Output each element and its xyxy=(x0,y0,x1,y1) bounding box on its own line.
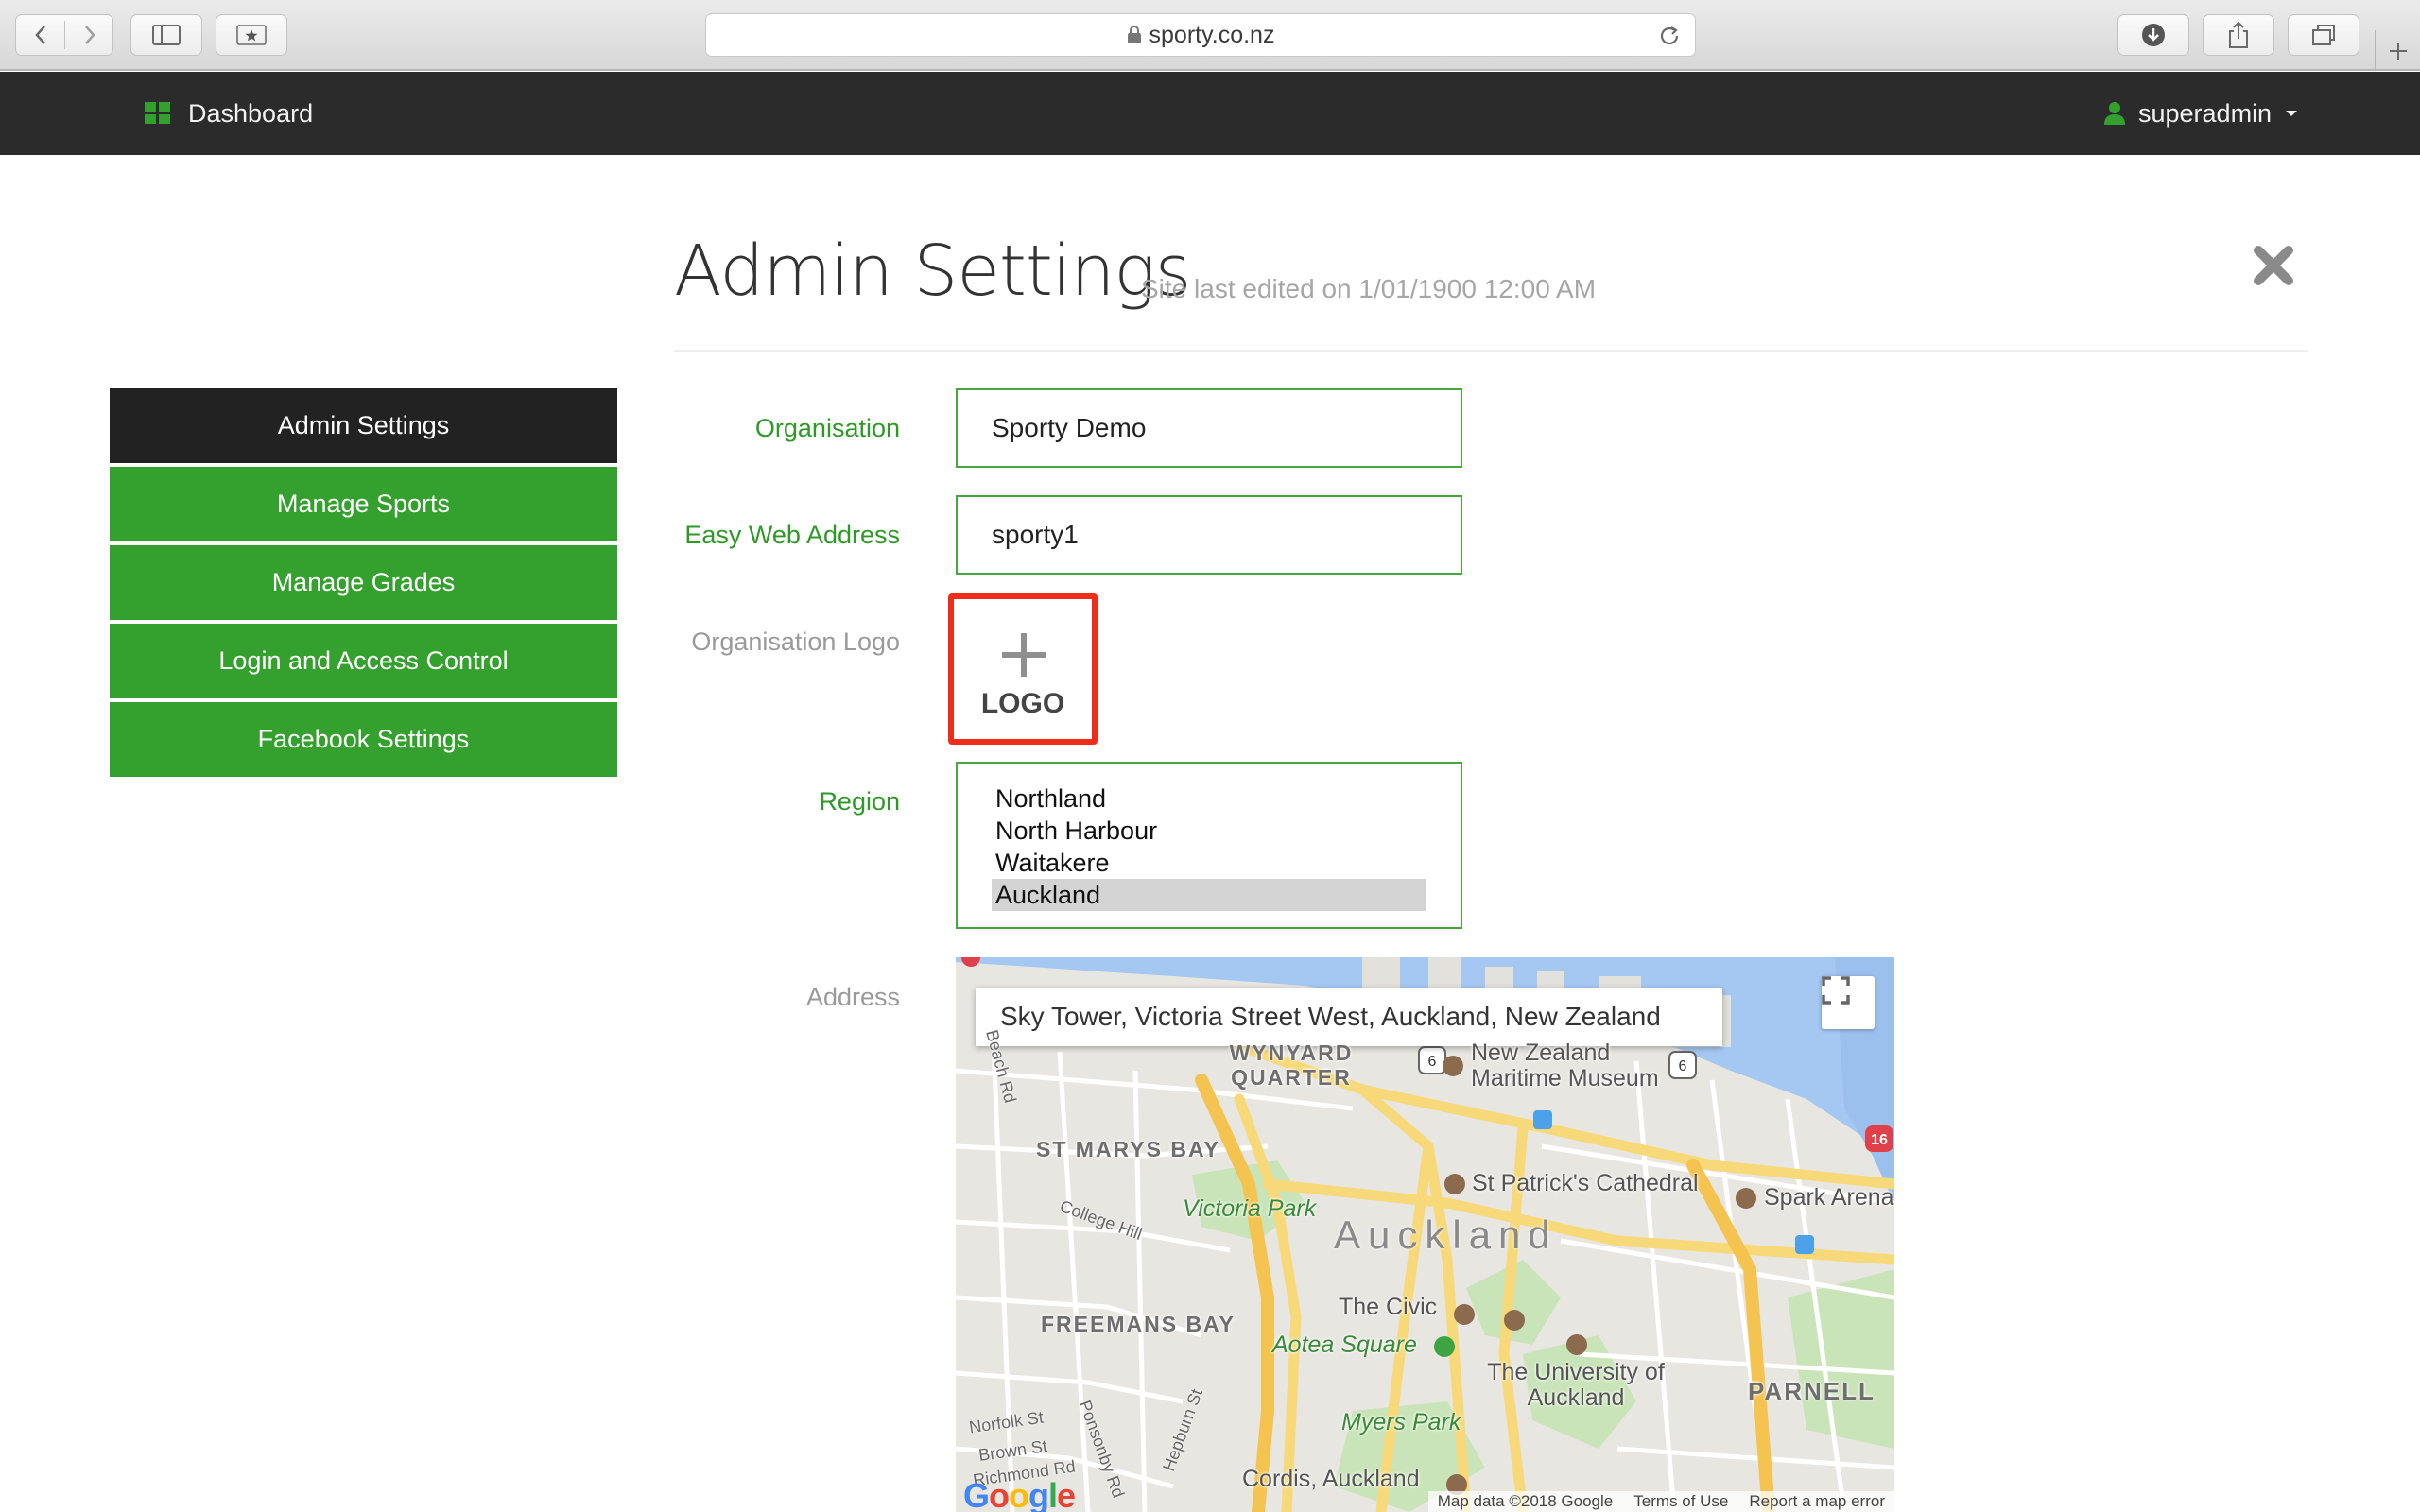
user-menu[interactable]: superadmin xyxy=(2104,72,2298,155)
map-label-st-patricks: St Patrick's Cathedral xyxy=(1472,1170,1699,1196)
share-icon xyxy=(2229,21,2248,48)
map-data-credit: Map data ©2018 Google xyxy=(1437,1492,1614,1510)
map-label-victoria-park: Victoria Park xyxy=(1183,1195,1317,1222)
download-icon xyxy=(2142,24,2165,46)
route-6-shield-a: 6 xyxy=(1418,1046,1446,1074)
address-map[interactable]: 6 6 16 Sky Tower, Victoria Street West, … xyxy=(956,957,1894,1512)
header-divider xyxy=(674,350,2308,352)
sidebar-icon xyxy=(152,25,181,45)
sidebar-item-admin-settings[interactable]: Admin Settings xyxy=(110,388,617,463)
lock-icon xyxy=(1127,26,1141,43)
url-text: sporty.co.nz xyxy=(1149,21,1275,48)
sidebar-item-manage-sports[interactable]: Manage Sports xyxy=(110,467,617,541)
close-icon[interactable] xyxy=(2252,244,2295,287)
map-report-link[interactable]: Report a map error xyxy=(1749,1492,1885,1511)
reload-icon[interactable] xyxy=(1657,24,1682,48)
sidebar-item-manage-grades[interactable]: Manage Grades xyxy=(110,545,617,620)
map-search-box[interactable]: Sky Tower, Victoria Street West, Aucklan… xyxy=(976,988,1722,1046)
tabs-overview-button[interactable] xyxy=(2288,14,2360,56)
top-navbar: Dashboard superadmin xyxy=(0,72,2420,155)
map-label-spark: Spark Arena xyxy=(1764,1184,1894,1211)
bookmark-star-icon xyxy=(236,25,267,45)
organisation-label: Organisation xyxy=(754,414,900,442)
back-button[interactable] xyxy=(16,15,65,55)
sidebar-toggle-button[interactable] xyxy=(130,14,202,56)
forward-button[interactable] xyxy=(65,15,114,55)
web-address-input[interactable]: sporty1 xyxy=(956,495,1462,575)
map-label-cordis: Cordis, Auckland xyxy=(1242,1466,1420,1492)
dashboard-link[interactable]: Dashboard xyxy=(145,72,313,155)
chevron-left-icon xyxy=(35,26,45,44)
chevron-right-icon xyxy=(85,26,95,44)
new-tab-button[interactable] xyxy=(2375,30,2420,71)
region-option-north-harbour[interactable]: North Harbour xyxy=(992,815,1426,847)
plus-icon xyxy=(2389,42,2407,60)
settings-sidebar: Admin Settings Manage Sports Manage Grad… xyxy=(110,388,617,781)
map-label-city: Auckland xyxy=(1334,1212,1558,1257)
map-terms-link[interactable]: Terms of Use xyxy=(1634,1492,1728,1511)
map-attribution: Map data ©2018 Google Terms of Use Repor… xyxy=(1427,1491,1894,1512)
logo-label: Organisation Logo xyxy=(691,627,900,656)
nav-buttons xyxy=(15,14,113,56)
browser-toolbar: sporty.co.nz xyxy=(0,0,2420,71)
caret-down-icon xyxy=(2286,111,2298,116)
organisation-input[interactable]: Sporty Demo xyxy=(956,388,1462,468)
address-label: Address xyxy=(805,983,900,1011)
region-option-auckland[interactable]: Auckland xyxy=(992,879,1426,911)
share-button[interactable] xyxy=(2203,14,2274,56)
address-bar[interactable]: sporty.co.nz xyxy=(705,13,1696,57)
user-icon xyxy=(2104,102,2125,125)
sidebar-item-facebook-settings[interactable]: Facebook Settings xyxy=(110,702,617,777)
map-label-aotea: Aotea Square xyxy=(1272,1332,1417,1358)
map-label-myers-park: Myers Park xyxy=(1341,1409,1461,1435)
web-address-label: Easy Web Address xyxy=(684,521,900,549)
page-title: Admin Settings xyxy=(674,231,1191,312)
map-label-civic: The Civic xyxy=(1339,1294,1438,1320)
map-label-parnell: PARNELL xyxy=(1748,1377,1876,1405)
plus-icon xyxy=(1002,633,1046,677)
google-logo: Google xyxy=(963,1476,1076,1512)
logo-upload-button[interactable]: LOGO xyxy=(948,593,1098,745)
sidebar-item-login-access-control[interactable]: Login and Access Control xyxy=(110,624,617,698)
username-label: superadmin xyxy=(2138,98,2273,128)
route-16-label: 16 xyxy=(1871,1132,1888,1148)
downloads-button[interactable] xyxy=(2118,14,2189,56)
region-select[interactable]: Northland North Harbour Waitakere Auckla… xyxy=(956,762,1462,929)
map-label-freemans: FREEMANS BAY xyxy=(1041,1312,1236,1336)
map-fullscreen-button[interactable] xyxy=(1822,976,1875,1029)
region-option-waitakere[interactable]: Waitakere xyxy=(992,847,1426,879)
route-16-shield: 16 xyxy=(1865,1125,1893,1152)
map-label-maritime: New Zealand Maritime Museum xyxy=(1471,1040,1659,1091)
region-option-northland[interactable]: Northland xyxy=(992,782,1426,815)
route-6-label-a: 6 xyxy=(1428,1054,1437,1070)
fullscreen-icon xyxy=(1822,976,1850,1005)
logo-button-text: LOGO xyxy=(980,688,1065,719)
dashboard-grid-icon xyxy=(145,102,170,124)
map-label-st-marys: ST MARYS BAY xyxy=(1036,1137,1220,1161)
map-label-university: The University of Auckland xyxy=(1487,1359,1665,1411)
bookmarks-button[interactable] xyxy=(216,14,287,56)
dashboard-label: Dashboard xyxy=(188,98,314,128)
region-label: Region xyxy=(819,787,900,816)
last-edited-text: Site last edited on 1/01/1900 12:00 AM xyxy=(1141,274,1597,303)
tabs-icon xyxy=(2312,25,2335,45)
map-label-wynyard: WYNYARD QUARTER xyxy=(1229,1040,1354,1090)
